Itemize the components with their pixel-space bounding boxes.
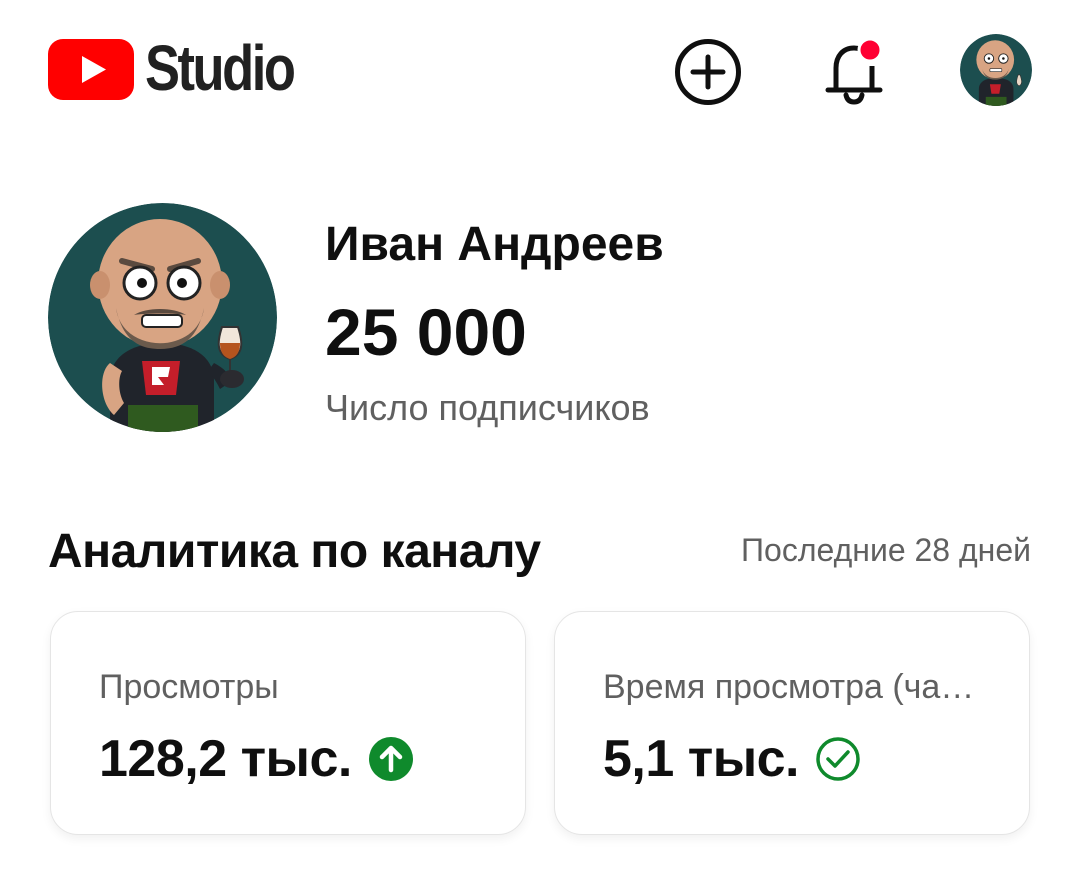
top-app-bar: Studio — [0, 0, 1079, 140]
arrow-up-circle-icon — [368, 737, 413, 781]
views-value: 128,2 тыс. — [99, 730, 352, 788]
watch-time-value-row: 5,1 тыс. — [603, 728, 861, 790]
notification-dot — [857, 37, 883, 63]
watch-time-card[interactable]: Время просмотра (часы) 5,1 тыс. — [554, 611, 1030, 835]
views-card[interactable]: Просмотры 128,2 тыс. — [50, 611, 526, 835]
subscriber-label: Число подписчиков — [325, 387, 650, 428]
studio-wordmark: Studio — [145, 32, 296, 104]
channel-avatar[interactable] — [48, 203, 277, 432]
subscriber-count: 25 000 — [325, 295, 527, 369]
watch-time-label: Время просмотра (часы) — [603, 668, 983, 706]
account-avatar[interactable] — [960, 34, 1032, 106]
cartoon-man-avatar-icon — [960, 34, 1032, 106]
analytics-period: Последние 28 дней — [741, 532, 1031, 568]
views-value-row: 128,2 тыс. — [99, 728, 414, 790]
youtube-studio-logo[interactable]: Studio — [48, 32, 326, 104]
channel-name: Иван Андреев — [325, 218, 664, 271]
cartoon-man-avatar-icon — [48, 203, 277, 432]
views-label: Просмотры — [99, 668, 279, 706]
channel-analytics-title: Аналитика по каналу — [48, 525, 541, 578]
youtube-play-logo-icon — [48, 38, 134, 100]
check-circle-icon — [816, 737, 860, 781]
bell-icon[interactable] — [818, 33, 890, 105]
watch-time-value: 5,1 тыс. — [603, 730, 799, 788]
create-plus-icon[interactable] — [674, 38, 742, 106]
